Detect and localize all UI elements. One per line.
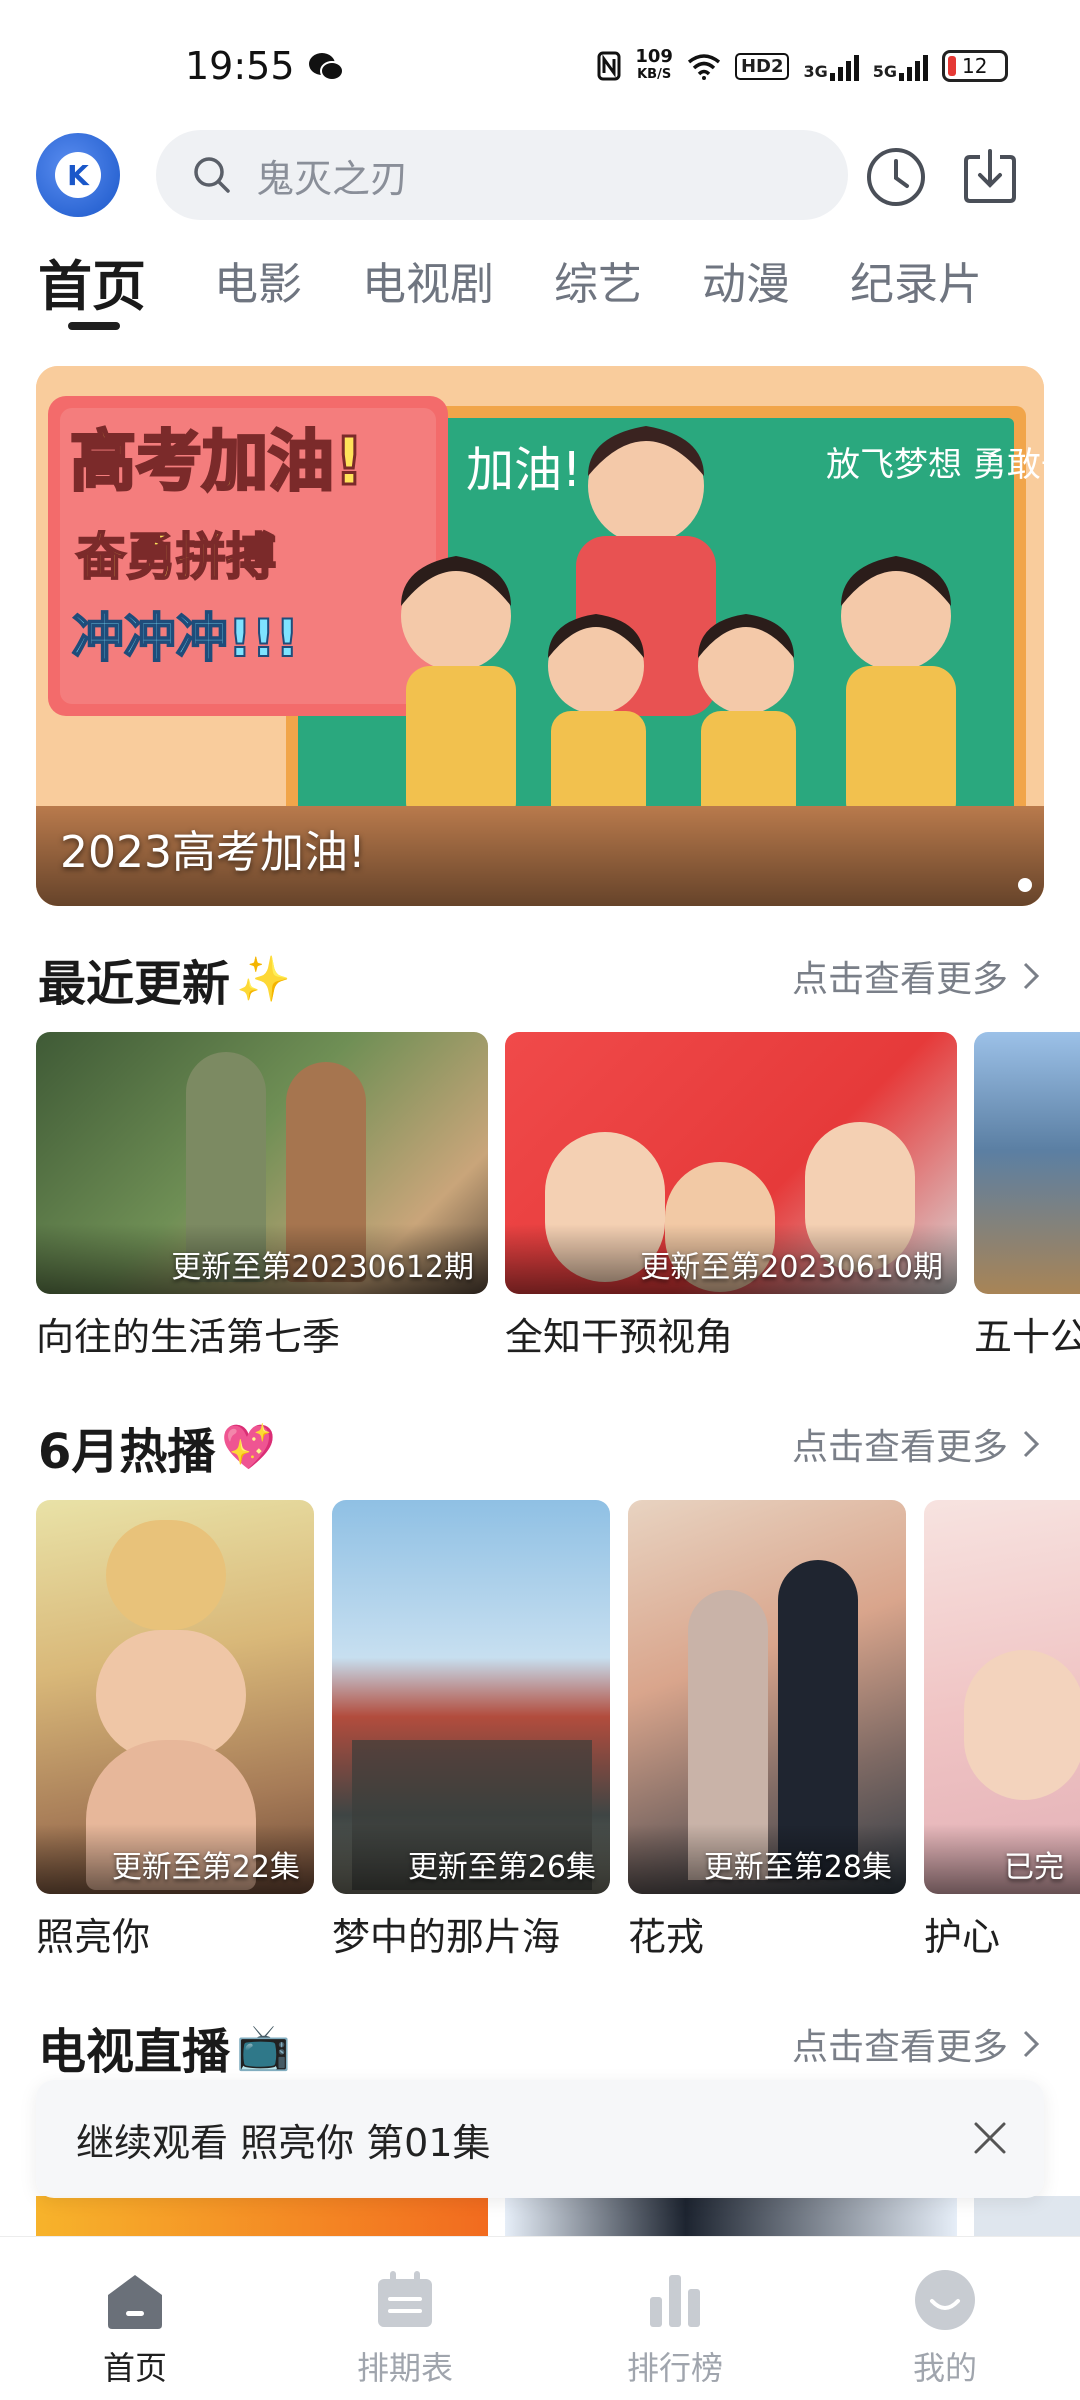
svg-text:高考加油!: 高考加油!: [70, 423, 364, 500]
recent-card-2[interactable]: 更新至第20230610期 全知干预视角: [505, 1032, 957, 1361]
tv-icon: 📺: [236, 2022, 291, 2073]
recent-title-2: 全知干预视角: [505, 1315, 734, 1359]
bottom-nav: 首页 排期表 排行榜 我的: [0, 2236, 1080, 2400]
chevron-right-icon: [1023, 1430, 1040, 1458]
status-bar: 19:55 109 KB/S HD2 3G 5G 12: [0, 0, 1080, 130]
june-thumb-4: 已完: [924, 1500, 1080, 1894]
chevron-right-icon: [1023, 962, 1040, 990]
svg-text:奋勇拼搏: 奋勇拼搏: [76, 528, 276, 586]
recent-more-link[interactable]: 点击查看更多: [792, 950, 1040, 1002]
june-thumb-1: 更新至第22集: [36, 1500, 314, 1894]
nav-profile[interactable]: 我的: [810, 2237, 1080, 2400]
search-bar[interactable]: 鬼灭之刃: [156, 130, 848, 220]
recent-title-1: 向往的生活第七季: [36, 1315, 341, 1359]
continue-watching-text: 继续观看 照亮你 第01集: [76, 2120, 491, 2165]
wifi-icon: [687, 54, 721, 80]
search-icon: [194, 157, 230, 193]
svg-text:放飞梦想 勇敢去拼: 放飞梦想 勇敢去拼: [826, 445, 1044, 485]
live-section-title: 电视直播 📺: [38, 2022, 291, 2080]
heart-icon: 💖: [221, 1422, 277, 1473]
status-indicators: 109 KB/S HD2 3G 5G 12: [597, 44, 1008, 88]
june-card-4[interactable]: 已完 护心: [924, 1500, 1080, 1961]
schedule-icon: [378, 2271, 432, 2327]
signal-2: 5G: [873, 51, 928, 81]
live-channel-2[interactable]: [505, 2196, 957, 2236]
nfc-icon: [597, 51, 621, 81]
update-badge: 更新至第20230610期: [640, 1250, 943, 1285]
recent-title-3: 五十公: [974, 1315, 1080, 1359]
tab-anime[interactable]: 动漫: [702, 248, 790, 338]
june-title-1: 照亮你: [36, 1915, 151, 1959]
recent-thumb-3: [974, 1032, 1080, 1294]
recent-thumb-1: 更新至第20230612期: [36, 1032, 488, 1294]
recent-card-1[interactable]: 更新至第20230612期 向往的生活第七季: [36, 1032, 488, 1361]
close-icon[interactable]: [972, 2120, 1008, 2156]
download-icon[interactable]: [958, 145, 1022, 209]
june-title-4: 护心: [924, 1915, 1001, 1959]
nav-ranking[interactable]: 排行榜: [540, 2237, 810, 2400]
tab-home[interactable]: 首页: [38, 242, 146, 338]
search-placeholder: 鬼灭之刃: [256, 156, 409, 201]
update-badge: 更新至第26集: [407, 1850, 596, 1885]
tab-variety[interactable]: 综艺: [554, 248, 642, 338]
tab-movies[interactable]: 电影: [214, 248, 302, 338]
battery-icon: 12: [942, 50, 1008, 82]
update-badge: 更新至第22集: [111, 1850, 300, 1885]
live-more-link[interactable]: 点击查看更多: [792, 2018, 1040, 2070]
nav-schedule[interactable]: 排期表: [270, 2237, 540, 2400]
home-icon: [108, 2275, 162, 2329]
recent-section-title: 最近更新 ✨: [38, 954, 291, 1012]
continue-watching-bar[interactable]: 继续观看 照亮你 第01集: [36, 2080, 1044, 2198]
update-badge: 更新至第28集: [703, 1850, 892, 1885]
recent-thumb-2: 更新至第20230610期: [505, 1032, 957, 1294]
tab-tv-series[interactable]: 电视剧: [362, 248, 494, 338]
nav-home[interactable]: 首页: [0, 2237, 270, 2400]
app-root: 19:55 109 KB/S HD2 3G 5G 12 K 鬼灭之刃 首页 电影…: [0, 0, 1080, 2400]
june-thumb-2: 更新至第26集: [332, 1500, 610, 1894]
june-section-title: 6月热播 💖: [38, 1422, 277, 1480]
hero-banner[interactable]: 高考加油! 奋勇拼搏 冲冲冲!!! 加油! 放飞梦想 勇敢去拼: [36, 366, 1044, 906]
june-thumb-3: 更新至第28集: [628, 1500, 906, 1894]
banner-page-indicator: [1018, 878, 1032, 892]
june-card-3[interactable]: 更新至第28集 花戎: [628, 1500, 906, 1961]
banner-caption: 2023高考加油!: [60, 827, 366, 878]
june-card-1[interactable]: 更新至第22集 照亮你: [36, 1500, 314, 1961]
ranking-icon: [650, 2275, 700, 2327]
hd-badge: HD2: [734, 52, 790, 80]
live-channel-1[interactable]: [36, 2196, 488, 2236]
june-title-2: 梦中的那片海: [332, 1915, 561, 1959]
june-title-3: 花戎: [628, 1915, 705, 1959]
live-channel-3[interactable]: [974, 2196, 1080, 2236]
update-badge: 更新至第20230612期: [171, 1250, 474, 1285]
avatar-letter: K: [55, 152, 101, 198]
status-time: 19:55: [185, 44, 295, 88]
clock-icon[interactable]: [864, 145, 928, 209]
update-badge: 已完: [1004, 1850, 1064, 1885]
wechat-icon: [309, 53, 344, 81]
june-more-link[interactable]: 点击查看更多: [792, 1418, 1040, 1470]
june-card-2[interactable]: 更新至第26集 梦中的那片海: [332, 1500, 610, 1961]
user-avatar[interactable]: K: [36, 133, 120, 217]
net-speed: 109 KB/S: [635, 46, 673, 83]
tab-documentary[interactable]: 纪录片: [850, 248, 982, 338]
recent-card-3[interactable]: 五十公: [974, 1032, 1080, 1361]
sparkle-icon: ✨: [236, 954, 291, 1005]
svg-text:加油!: 加油!: [466, 442, 581, 498]
profile-icon: [915, 2270, 975, 2330]
category-tabs: 首页 电影 电视剧 综艺 动漫 纪录片: [38, 248, 1042, 338]
svg-text:冲冲冲!!!: 冲冲冲!!!: [72, 609, 299, 669]
signal-1: 3G: [803, 51, 859, 81]
chevron-right-icon: [1023, 2030, 1040, 2058]
